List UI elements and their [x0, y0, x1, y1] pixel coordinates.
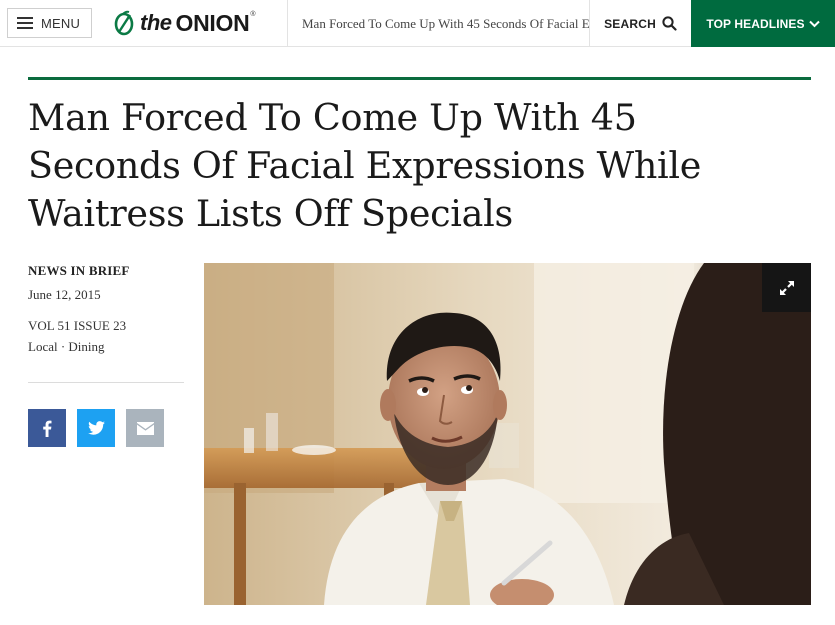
search-icon [662, 16, 677, 31]
share-buttons [28, 409, 164, 447]
headline-ticker[interactable]: Man Forced To Come Up With 45 Seconds Of… [287, 0, 590, 47]
article-section-link[interactable]: NEWS IN BRIEF [28, 263, 184, 279]
article-photo[interactable] [204, 263, 811, 605]
article-tags[interactable]: Local · Dining [28, 339, 184, 355]
logo-registered-mark: ® [250, 11, 256, 18]
ticker-headline-text: Man Forced To Come Up With 45 Seconds Of… [302, 15, 590, 31]
section-divider [28, 77, 811, 80]
share-email-button[interactable] [126, 409, 164, 447]
menu-label: MENU [41, 15, 81, 31]
restaurant-scene-image [204, 263, 811, 605]
article-volume-issue: VOL 51 ISSUE 23 [28, 318, 127, 333]
chevron-down-icon [808, 20, 820, 27]
email-icon [136, 421, 154, 435]
share-twitter-button[interactable] [77, 409, 115, 447]
twitter-icon [87, 421, 105, 435]
facebook-icon [43, 420, 52, 437]
menu-button[interactable]: MENU [7, 8, 92, 38]
article-meta: NEWS IN BRIEF June 12, 2015 VOL 51 ISSUE… [28, 263, 184, 355]
logo-word-the: the [140, 10, 172, 35]
top-navigation-bar: MENU the ONION ® Man Forced To Come Up W… [0, 0, 835, 47]
article-title: Man Forced To Come Up With 45 Seconds Of… [28, 96, 702, 235]
search-label: SEARCH [604, 16, 656, 31]
search-button[interactable]: SEARCH [590, 0, 691, 47]
share-facebook-button[interactable] [28, 409, 66, 447]
hamburger-icon [17, 17, 33, 29]
top-headlines-button[interactable]: TOP HEADLINES [691, 0, 835, 47]
expand-icon [779, 280, 794, 295]
onion-logo-icon [114, 10, 134, 36]
expand-photo-button[interactable] [762, 263, 811, 312]
article-date: June 12, 2015 [28, 287, 101, 302]
top-headlines-label: TOP HEADLINES [706, 16, 805, 31]
site-logo[interactable]: the ONION ® [112, 8, 256, 38]
logo-word-onion: ONION [175, 9, 250, 36]
meta-divider [28, 382, 184, 383]
